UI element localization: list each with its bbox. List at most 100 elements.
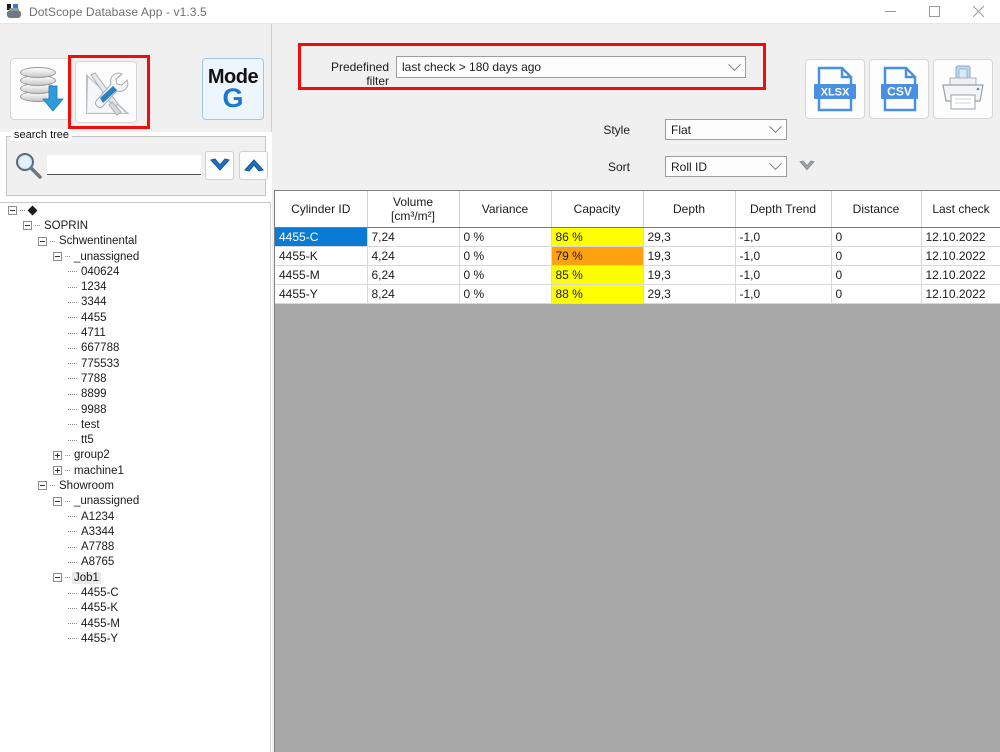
sort-direction-button[interactable] <box>795 155 818 178</box>
table-row[interactable]: 4455-C 7,24 0 % 86 % 29,3 -1,0 0 12.10.2022 <box>275 227 1000 247</box>
column-header-variance[interactable]: Variance <box>459 191 552 228</box>
tree-item-4455-Y[interactable]: 4455-Y <box>0 631 270 646</box>
cell-variance[interactable]: 0 % <box>459 265 552 285</box>
cell-cylinder-id[interactable]: 4455-C <box>275 227 368 247</box>
tree-item-SOPRIN[interactable]: SOPRIN <box>0 218 270 233</box>
tree-item-7788[interactable]: 7788 <box>0 371 270 386</box>
tree-item-_unassigned[interactable]: _unassigned <box>0 494 270 509</box>
column-header-depth[interactable]: Depth <box>643 191 736 228</box>
tree-item-A3344[interactable]: A3344 <box>0 524 270 539</box>
cell-volume[interactable]: 8,24 <box>367 284 460 304</box>
cell-volume[interactable]: 7,24 <box>367 227 460 247</box>
tree-connector <box>68 561 77 563</box>
tree-item-machine1[interactable]: machine1 <box>0 463 270 478</box>
cell-depth-trend[interactable]: -1,0 <box>735 227 832 247</box>
cell-capacity[interactable]: 79 % <box>551 246 644 266</box>
tree-item-Job1[interactable]: Job1 <box>0 570 270 585</box>
maximize-button[interactable] <box>912 0 956 24</box>
cell-capacity[interactable]: 88 % <box>551 284 644 304</box>
cell-capacity[interactable]: 86 % <box>551 227 644 247</box>
tree-collapse-icon[interactable] <box>53 252 62 262</box>
tree-item-A7788[interactable]: A7788 <box>0 540 270 555</box>
predefined-filter-select[interactable]: last check > 180 days ago <box>396 56 746 78</box>
cell-depth[interactable]: 29,3 <box>643 284 736 304</box>
tree-item-040624[interactable]: 040624 <box>0 264 270 279</box>
mode-g-button[interactable]: Mode G <box>202 58 264 120</box>
cell-depth-trend[interactable]: -1,0 <box>735 265 832 285</box>
tree-item-test[interactable]: test <box>0 417 270 432</box>
tree-collapse-icon[interactable] <box>8 206 17 216</box>
tree-item-root[interactable] <box>0 203 270 218</box>
tree-expand-icon[interactable] <box>53 466 62 476</box>
cell-last-check[interactable]: 12.10.2022 <box>921 246 1000 266</box>
minimize-button[interactable] <box>868 0 912 24</box>
tree-collapse-icon[interactable] <box>38 236 47 246</box>
cell-variance[interactable]: 0 % <box>459 284 552 304</box>
cell-cylinder-id[interactable]: 4455-M <box>275 265 368 285</box>
tree-expand-icon[interactable] <box>53 450 62 460</box>
table-row[interactable]: 4455-M 6,24 0 % 85 % 19,3 -1,0 0 12.10.2022 <box>275 265 1000 285</box>
tree-item-4455-C[interactable]: 4455-C <box>0 585 270 600</box>
export-csv-button[interactable]: CSV <box>869 59 929 119</box>
tree-item-775533[interactable]: 775533 <box>0 356 270 371</box>
cell-capacity[interactable]: 85 % <box>551 265 644 285</box>
tree-item-4455-K[interactable]: 4455-K <box>0 601 270 616</box>
close-button[interactable] <box>956 0 1000 24</box>
search-input[interactable] <box>47 155 201 175</box>
tree-item-1234[interactable]: 1234 <box>0 279 270 294</box>
tree-item-3344[interactable]: 3344 <box>0 295 270 310</box>
cell-distance[interactable]: 0 <box>831 284 922 304</box>
cell-variance[interactable]: 0 % <box>459 246 552 266</box>
tree-collapse-icon[interactable] <box>53 573 62 583</box>
column-header-volume[interactable]: Volume [cm³/m²] <box>367 191 460 228</box>
export-xlsx-button[interactable]: XLSX <box>805 59 865 119</box>
cell-cylinder-id[interactable]: 4455-K <box>275 246 368 266</box>
tree-collapse-icon[interactable] <box>23 221 32 231</box>
tree-collapse-icon[interactable] <box>53 496 62 506</box>
cell-last-check[interactable]: 12.10.2022 <box>921 284 1000 304</box>
tree-item-9988[interactable]: 9988 <box>0 402 270 417</box>
tree-item-A8765[interactable]: A8765 <box>0 555 270 570</box>
cell-depth[interactable]: 19,3 <box>643 246 736 266</box>
tree-item-667788[interactable]: 667788 <box>0 341 270 356</box>
column-header-last-check[interactable]: Last check <box>921 191 1000 228</box>
tree-item-8899[interactable]: 8899 <box>0 387 270 402</box>
table-row[interactable]: 4455-K 4,24 0 % 79 % 19,3 -1,0 0 12.10.2022 <box>275 246 1000 266</box>
tree-item-4455-M[interactable]: 4455-M <box>0 616 270 631</box>
tree-item-_unassigned[interactable]: _unassigned <box>0 249 270 264</box>
column-header-cylinder-id[interactable]: Cylinder ID <box>275 191 368 228</box>
sort-select[interactable]: Roll ID <box>665 156 787 177</box>
tree-item-Schwentinental[interactable]: Schwentinental <box>0 234 270 249</box>
cell-variance[interactable]: 0 % <box>459 227 552 247</box>
print-button[interactable] <box>933 59 993 119</box>
cell-volume[interactable]: 6,24 <box>367 265 460 285</box>
tree-item-4455[interactable]: 4455 <box>0 310 270 325</box>
tree-item-tt5[interactable]: tt5 <box>0 432 270 447</box>
column-header-depth-trend[interactable]: Depth Trend <box>735 191 832 228</box>
tree-collapse-icon[interactable] <box>38 481 47 491</box>
cell-last-check[interactable]: 12.10.2022 <box>921 265 1000 285</box>
column-header-distance[interactable]: Distance <box>831 191 922 228</box>
find-next-button[interactable] <box>205 151 234 180</box>
column-header-capacity[interactable]: Capacity <box>551 191 644 228</box>
cell-depth[interactable]: 29,3 <box>643 227 736 247</box>
cell-depth-trend[interactable]: -1,0 <box>735 246 832 266</box>
cell-distance[interactable]: 0 <box>831 227 922 247</box>
cell-depth[interactable]: 19,3 <box>643 265 736 285</box>
find-previous-button[interactable] <box>239 151 268 180</box>
style-select[interactable]: Flat <box>665 119 787 140</box>
table-row[interactable]: 4455-Y 8,24 0 % 88 % 29,3 -1,0 0 12.10.2022 <box>275 284 1000 304</box>
cell-depth-trend[interactable]: -1,0 <box>735 284 832 304</box>
cell-distance[interactable]: 0 <box>831 265 922 285</box>
cell-cylinder-id[interactable]: 4455-Y <box>275 284 368 304</box>
tree-item-Showroom[interactable]: Showroom <box>0 478 270 493</box>
tools-button[interactable] <box>75 61 137 123</box>
cell-distance[interactable]: 0 <box>831 246 922 266</box>
cell-volume[interactable]: 4,24 <box>367 246 460 266</box>
tree-item-A1234[interactable]: A1234 <box>0 509 270 524</box>
cell-last-check[interactable]: 12.10.2022 <box>921 227 1000 247</box>
tree-item-group2[interactable]: group2 <box>0 448 270 463</box>
database-download-button[interactable] <box>10 58 72 120</box>
tree-item-4711[interactable]: 4711 <box>0 325 270 340</box>
tree-view[interactable]: SOPRIN Schwentinental _unassigned 040624 123… <box>0 202 271 752</box>
